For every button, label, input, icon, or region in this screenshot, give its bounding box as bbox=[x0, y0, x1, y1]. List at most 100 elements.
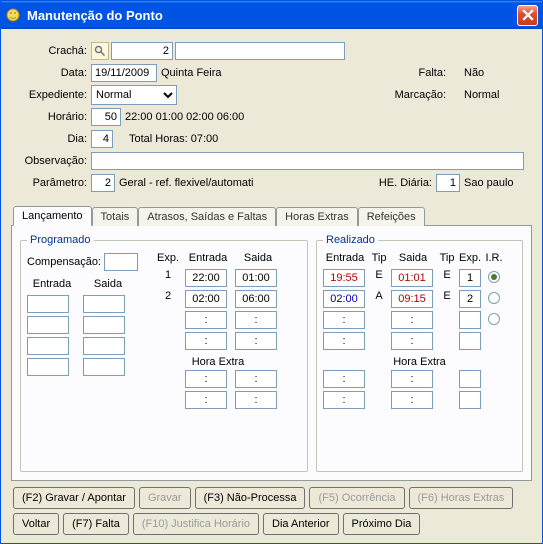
prog-hdr-exp: Exp. bbox=[155, 252, 181, 266]
prog-he-ent-1[interactable] bbox=[185, 391, 227, 409]
prog-left-b2[interactable] bbox=[83, 337, 125, 355]
prog-left-hdr-entrada: Entrada bbox=[27, 278, 77, 292]
prog-he-sai-1[interactable] bbox=[235, 391, 277, 409]
prog-sai-3[interactable] bbox=[235, 332, 277, 350]
cracha-display[interactable] bbox=[175, 42, 345, 60]
real-tip1-1: A bbox=[371, 290, 387, 308]
marcacao-label: Marcação: bbox=[386, 89, 446, 101]
observacao-label: Observação: bbox=[19, 155, 91, 167]
real-ent-0[interactable] bbox=[323, 269, 365, 287]
real-ent-3[interactable] bbox=[323, 332, 365, 350]
real-tip2-1: E bbox=[439, 290, 455, 308]
falta-label: Falta: bbox=[386, 67, 446, 79]
horario-label: Horário: bbox=[19, 111, 91, 123]
real-sai-2[interactable] bbox=[391, 311, 433, 329]
compensacao-label: Compensação: bbox=[27, 256, 101, 268]
lookup-icon[interactable] bbox=[91, 42, 109, 60]
prog-left-b1[interactable] bbox=[83, 316, 125, 334]
real-sai-1[interactable] bbox=[391, 290, 433, 308]
prog-ent-0[interactable] bbox=[185, 269, 227, 287]
prog-ent-1[interactable] bbox=[185, 290, 227, 308]
real-exp-2[interactable] bbox=[459, 311, 481, 329]
dia-anterior-button[interactable]: Dia Anterior bbox=[263, 513, 338, 535]
nao-processa-button[interactable]: (F3) Não-Processa bbox=[195, 487, 306, 509]
expediente-label: Expediente: bbox=[19, 89, 91, 101]
proximo-dia-button[interactable]: Próximo Dia bbox=[343, 513, 421, 535]
prog-sai-2[interactable] bbox=[235, 311, 277, 329]
real-he-exp-0[interactable] bbox=[459, 370, 481, 388]
real-sai-3[interactable] bbox=[391, 332, 433, 350]
real-ir-1[interactable] bbox=[488, 292, 500, 304]
real-tip1-3 bbox=[371, 332, 387, 350]
prog-left-a3[interactable] bbox=[27, 358, 69, 376]
real-hora-extra-label: Hora Extra bbox=[323, 356, 516, 370]
prog-left-b0[interactable] bbox=[83, 295, 125, 313]
button-bar: (F2) Gravar / Apontar Gravar (F3) Não-Pr… bbox=[11, 481, 532, 537]
real-he-ent-1[interactable] bbox=[323, 391, 365, 409]
real-tip1-0: E bbox=[371, 269, 387, 287]
gravar-button: Gravar bbox=[139, 487, 191, 509]
data-input[interactable] bbox=[91, 64, 157, 82]
tab-refeicoes[interactable]: Refeições bbox=[358, 207, 425, 226]
tab-body: Programado Compensação: Entrada bbox=[11, 225, 532, 481]
voltar-button[interactable]: Voltar bbox=[13, 513, 59, 535]
real-exp-1[interactable] bbox=[459, 290, 481, 308]
titlebar: Manutenção do Ponto bbox=[1, 1, 542, 29]
real-tip2-3 bbox=[439, 332, 455, 350]
real-ir-2[interactable] bbox=[488, 313, 500, 325]
real-tip1-2 bbox=[371, 311, 387, 329]
prog-sai-1[interactable] bbox=[235, 290, 277, 308]
observacao-input[interactable] bbox=[91, 152, 524, 170]
app-icon bbox=[5, 7, 21, 23]
he-diaria-desc: Sao paulo bbox=[464, 177, 524, 189]
dia-input[interactable] bbox=[91, 130, 113, 148]
programado-title: Programado bbox=[27, 234, 94, 246]
expediente-select[interactable]: Normal bbox=[91, 85, 177, 105]
compensacao-input[interactable] bbox=[104, 253, 138, 271]
tab-totais[interactable]: Totais bbox=[92, 207, 139, 226]
real-tip2-2 bbox=[439, 311, 455, 329]
he-diaria-input[interactable] bbox=[436, 174, 460, 192]
ocorrencia-button: (F5) Ocorrência bbox=[309, 487, 404, 509]
prog-left-a1[interactable] bbox=[27, 316, 69, 334]
close-button[interactable] bbox=[517, 5, 538, 26]
data-weekday: Quinta Feira bbox=[157, 67, 226, 79]
real-exp-3[interactable] bbox=[459, 332, 481, 350]
real-sai-0[interactable] bbox=[391, 269, 433, 287]
falta-button[interactable]: (F7) Falta bbox=[63, 513, 129, 535]
prog-he-ent-0[interactable] bbox=[185, 370, 227, 388]
marcacao-value: Normal bbox=[464, 89, 524, 101]
real-he-sai-1[interactable] bbox=[391, 391, 433, 409]
prog-left-a0[interactable] bbox=[27, 295, 69, 313]
real-ent-2[interactable] bbox=[323, 311, 365, 329]
real-tip2-0: E bbox=[439, 269, 455, 287]
gravar-apontar-button[interactable]: (F2) Gravar / Apontar bbox=[13, 487, 135, 509]
real-he-ent-0[interactable] bbox=[323, 370, 365, 388]
prog-he-sai-0[interactable] bbox=[235, 370, 277, 388]
tab-atrasos[interactable]: Atrasos, Saídas e Faltas bbox=[138, 207, 276, 226]
prog-left-a2[interactable] bbox=[27, 337, 69, 355]
tab-horas-extras[interactable]: Horas Extras bbox=[276, 207, 358, 226]
real-ent-1[interactable] bbox=[323, 290, 365, 308]
real-ir-0[interactable] bbox=[488, 271, 500, 283]
prog-hdr-saida: Saida bbox=[235, 252, 281, 266]
programado-group: Programado Compensação: Entrada bbox=[20, 234, 308, 472]
falta-value: Não bbox=[464, 67, 524, 79]
horario-input[interactable] bbox=[91, 108, 121, 126]
prog-exp-1: 2 bbox=[155, 290, 181, 308]
cracha-input[interactable] bbox=[111, 42, 173, 60]
prog-ent-3[interactable] bbox=[185, 332, 227, 350]
prog-ent-2[interactable] bbox=[185, 311, 227, 329]
real-exp-0[interactable] bbox=[459, 269, 481, 287]
real-he-exp-1[interactable] bbox=[459, 391, 481, 409]
prog-sai-0[interactable] bbox=[235, 269, 277, 287]
data-label: Data: bbox=[19, 67, 91, 79]
parametro-desc: Geral - ref. flexivel/automati bbox=[115, 177, 270, 189]
prog-left-b3[interactable] bbox=[83, 358, 125, 376]
tab-lancamento[interactable]: Lançamento bbox=[13, 206, 92, 226]
real-he-sai-0[interactable] bbox=[391, 370, 433, 388]
tabs: Lançamento Totais Atrasos, Saídas e Falt… bbox=[11, 205, 532, 481]
parametro-input[interactable] bbox=[91, 174, 115, 192]
real-hdr-entrada: Entrada bbox=[323, 252, 367, 266]
real-hdr-exp: Exp. bbox=[459, 252, 481, 266]
